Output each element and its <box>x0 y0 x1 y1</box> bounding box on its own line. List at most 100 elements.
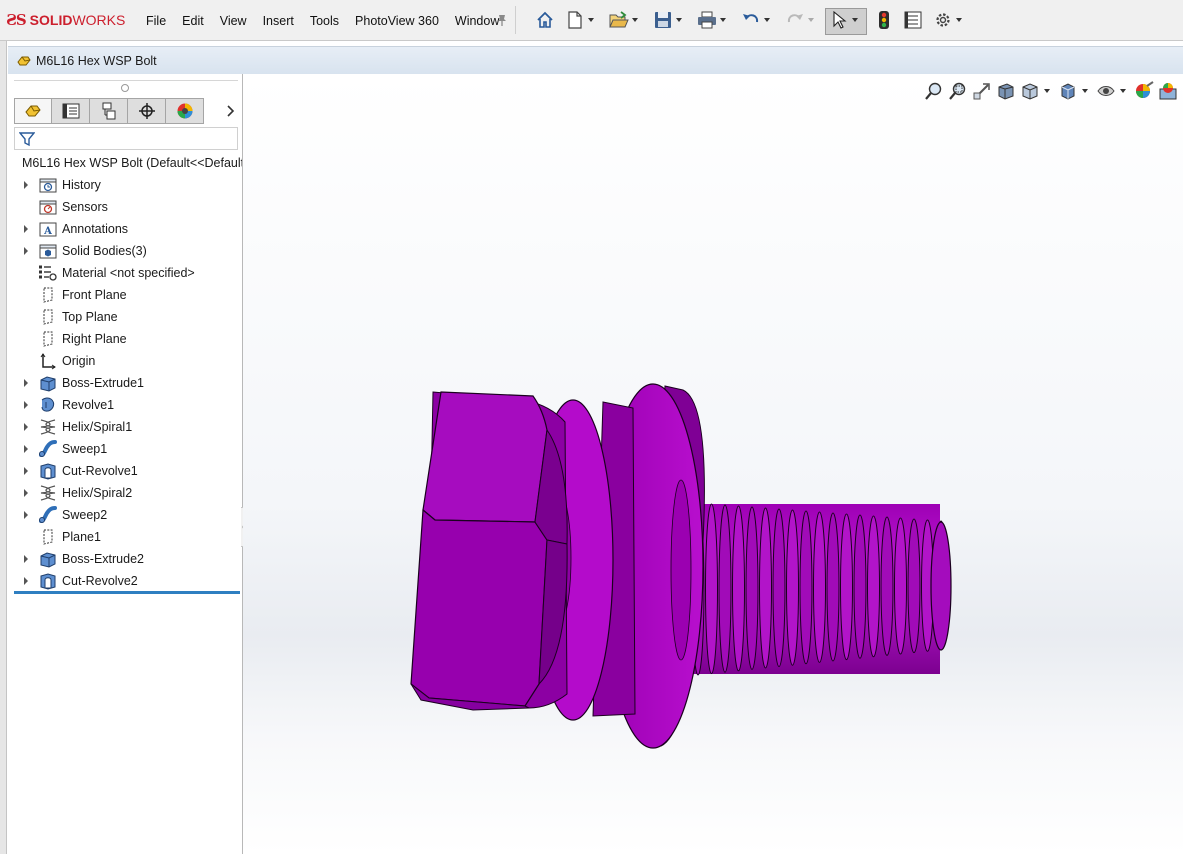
tree-item-sweep1[interactable]: Sweep1 <box>8 438 242 460</box>
rollback-bar[interactable] <box>14 591 240 594</box>
expand-arrow-icon[interactable] <box>22 225 30 233</box>
new-document-icon <box>565 10 585 30</box>
select-icon <box>829 10 849 30</box>
tree-root-part[interactable]: M6L16 Hex WSP Bolt (Default<<Default>_Di… <box>8 152 242 174</box>
bolt-model-3d[interactable] <box>243 74 1183 854</box>
helix-icon <box>38 483 58 503</box>
revolve-icon <box>38 395 58 415</box>
ds-logo-icon: ƧS <box>6 11 27 29</box>
expand-arrow-icon[interactable] <box>22 445 30 453</box>
tree-item-origin[interactable]: Origin <box>8 350 242 372</box>
tree-item-label: Front Plane <box>62 288 127 302</box>
cut-revolve-icon <box>38 571 58 591</box>
thread-crest <box>894 517 907 655</box>
menu-tools[interactable]: Tools <box>302 12 347 30</box>
undo-dropdown[interactable] <box>763 10 771 30</box>
tree-item-right-plane[interactable]: Right Plane <box>8 328 242 350</box>
menu-photoview[interactable]: PhotoView 360 <box>347 12 447 30</box>
expand-arrow-icon[interactable] <box>22 181 30 189</box>
boss-extrude-icon <box>38 373 58 393</box>
select-button[interactable] <box>829 9 859 31</box>
tree-item-solid-bodies-3[interactable]: Solid Bodies(3) <box>8 240 242 262</box>
manager-tabs <box>14 98 204 126</box>
panel-grip[interactable] <box>8 78 242 100</box>
open-icon <box>609 10 629 30</box>
menu-file[interactable]: File <box>138 12 174 30</box>
thread-crest <box>799 510 813 665</box>
save-button[interactable] <box>653 9 683 31</box>
expand-arrow-icon[interactable] <box>22 423 30 431</box>
sensors-folder-icon <box>38 197 58 217</box>
options-button[interactable] <box>933 9 963 31</box>
print-button[interactable] <box>697 9 727 31</box>
graphics-area[interactable] <box>243 74 1183 854</box>
tree-item-sweep2[interactable]: Sweep2 <box>8 504 242 526</box>
open-button[interactable] <box>609 9 639 31</box>
thread-crest <box>840 513 853 661</box>
chevron-right-icon <box>227 105 235 117</box>
toolbar-separator <box>515 6 516 34</box>
tab-property-manager[interactable] <box>52 98 90 124</box>
new-dropdown[interactable] <box>587 10 595 30</box>
file-properties-button[interactable] <box>903 9 923 31</box>
tree-item-sensors[interactable]: Sensors <box>8 196 242 218</box>
thread-crest <box>853 514 867 659</box>
menu-edit[interactable]: Edit <box>174 12 212 30</box>
tree-item-history[interactable]: History <box>8 174 242 196</box>
tree-item-helix-spiral1[interactable]: Helix/Spiral1 <box>8 416 242 438</box>
options-dropdown[interactable] <box>955 10 963 30</box>
expand-arrow-icon[interactable] <box>22 577 30 585</box>
tree-item-label: Sensors <box>62 200 108 214</box>
file-properties-icon <box>903 10 923 30</box>
expand-arrow-icon[interactable] <box>22 401 30 409</box>
expand-arrow-icon[interactable] <box>22 511 30 519</box>
tree-item-label: Material <not specified> <box>62 266 195 280</box>
tree-item-cut-revolve2[interactable]: Cut-Revolve2 <box>8 570 242 592</box>
pin-icon[interactable] <box>495 13 509 27</box>
tree-item-top-plane[interactable]: Top Plane <box>8 306 242 328</box>
tree-item-boss-extrude1[interactable]: Boss-Extrude1 <box>8 372 242 394</box>
tree-item-annotations[interactable]: A Annotations <box>8 218 242 240</box>
tree-item-boss-extrude2[interactable]: Boss-Extrude2 <box>8 548 242 570</box>
tree-item-revolve1[interactable]: Revolve1 <box>8 394 242 416</box>
menu-view[interactable]: View <box>212 12 255 30</box>
home-button[interactable] <box>535 9 555 31</box>
expand-arrow-icon[interactable] <box>22 247 30 255</box>
tree-item-label: Annotations <box>62 222 129 236</box>
configuration-manager-icon <box>102 102 115 120</box>
feature-filter-input[interactable] <box>14 127 238 150</box>
tab-scroll-right[interactable] <box>224 102 238 120</box>
hex-head <box>410 391 568 711</box>
tab-configuration-manager[interactable] <box>90 98 128 124</box>
new-button[interactable] <box>565 9 595 31</box>
expand-arrow-icon[interactable] <box>22 467 30 475</box>
save-dropdown[interactable] <box>675 10 683 30</box>
cut-revolve-icon <box>38 461 58 481</box>
tree-item-helix-spiral2[interactable]: Helix/Spiral2 <box>8 482 242 504</box>
tree-item-front-plane[interactable]: Front Plane <box>8 284 242 306</box>
brand-prefix: SOLID <box>29 12 73 28</box>
redo-icon <box>785 10 805 30</box>
redo-dropdown[interactable] <box>807 10 815 30</box>
rebuild-button[interactable] <box>874 9 894 31</box>
tab-feature-manager[interactable] <box>14 98 52 124</box>
tree-item-plane1[interactable]: Plane1 <box>8 526 242 548</box>
select-dropdown[interactable] <box>851 10 859 30</box>
tab-display-manager[interactable] <box>166 98 204 124</box>
home-icon <box>535 10 555 30</box>
open-dropdown[interactable] <box>631 10 639 30</box>
expand-arrow-icon[interactable] <box>22 555 30 563</box>
expand-arrow-icon[interactable] <box>22 379 30 387</box>
expand-arrow-icon[interactable] <box>22 489 30 497</box>
print-dropdown[interactable] <box>719 10 727 30</box>
menu-insert[interactable]: Insert <box>255 12 302 30</box>
tree-item-cut-revolve1[interactable]: Cut-Revolve1 <box>8 460 242 482</box>
redo-button[interactable] <box>785 9 815 31</box>
solidworks-logo[interactable]: ƧS SOLID WORKS <box>6 9 125 31</box>
solid-bodies-folder-icon <box>38 241 58 261</box>
tree-item-material-not-specified[interactable]: Material <not specified> <box>8 262 242 284</box>
tree-item-label: Top Plane <box>62 310 118 324</box>
tree-item-label: Sweep2 <box>62 508 108 522</box>
undo-button[interactable] <box>741 9 771 31</box>
tab-dimxpert-manager[interactable] <box>128 98 166 124</box>
